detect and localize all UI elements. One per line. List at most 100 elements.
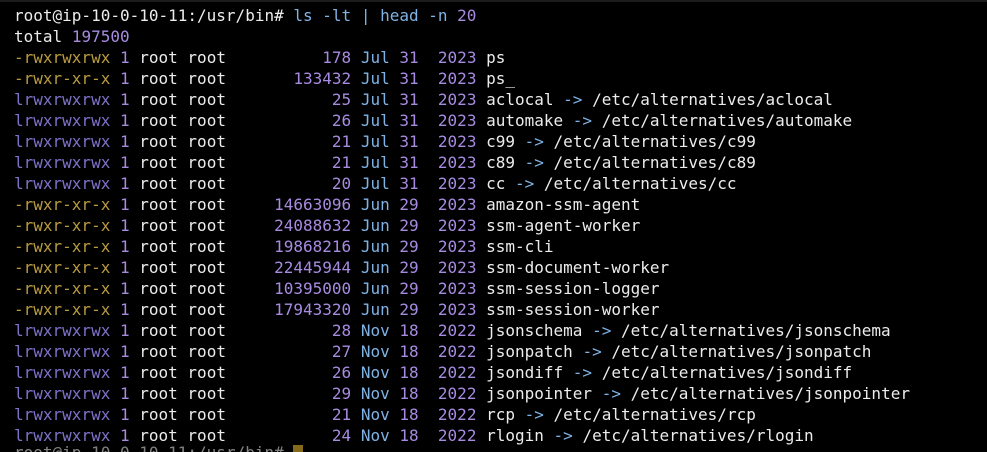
- file-size: 14663096: [235, 195, 352, 214]
- month: Jul: [360, 90, 390, 109]
- link-count: 1: [119, 174, 130, 193]
- table-row: -rwxr-xr-x 1 root root 133432 Jul 31 202…: [14, 68, 515, 89]
- file-size: 24088632: [235, 216, 352, 235]
- table-row: lrwxrwxrwx 1 root root 26 Nov 18 2022 js…: [14, 362, 852, 383]
- month: Nov: [360, 321, 390, 340]
- permissions: lrwxrwxrwx: [14, 321, 111, 340]
- next-prompt-line[interactable]: root@ip-10-0-10-11:/usr/bin#: [14, 442, 304, 452]
- owner: root: [139, 237, 178, 256]
- link-count: 1: [119, 90, 130, 109]
- symlink-arrow: ->: [592, 321, 612, 340]
- year: 2023: [428, 132, 477, 151]
- table-row: lrwxrwxrwx 1 root root 20 Jul 31 2023 cc…: [14, 173, 737, 194]
- file-name: rcp: [486, 405, 515, 424]
- owner: root: [139, 195, 178, 214]
- day: 31: [399, 90, 419, 109]
- owner: root: [139, 174, 178, 193]
- table-row: -rwxr-xr-x 1 root root 22445944 Jun 29 2…: [14, 257, 669, 278]
- file-name: automake: [486, 111, 564, 130]
- year: 2023: [428, 216, 477, 235]
- file-name: ps_: [486, 69, 515, 88]
- group: root: [187, 216, 226, 235]
- file-size: 178: [235, 48, 352, 67]
- day: 18: [399, 342, 419, 361]
- year: 2023: [428, 237, 477, 256]
- owner: root: [139, 384, 178, 403]
- file-size: 10395000: [235, 279, 352, 298]
- year: 2022: [428, 363, 477, 382]
- month: Jun: [360, 216, 390, 235]
- file-name: jsonpointer: [486, 384, 593, 403]
- file-size: 22445944: [235, 258, 352, 277]
- symlink-arrow: ->: [553, 426, 573, 445]
- window-top-border: [0, 0, 987, 2]
- day: 18: [399, 405, 419, 424]
- symlink-target: /etc/alternatives/aclocal: [592, 90, 833, 109]
- file-name: amazon-ssm-agent: [486, 195, 641, 214]
- year: 2023: [428, 258, 477, 277]
- symlink-arrow: ->: [582, 342, 602, 361]
- file-size: 133432: [235, 69, 352, 88]
- file-size: 28: [235, 321, 352, 340]
- group: root: [187, 153, 226, 172]
- file-name: aclocal: [486, 90, 554, 109]
- total-label: total: [14, 27, 63, 46]
- year: 2023: [428, 174, 477, 193]
- symlink-arrow: ->: [515, 174, 535, 193]
- group: root: [187, 279, 226, 298]
- day: 18: [399, 426, 419, 445]
- group: root: [187, 300, 226, 319]
- table-row: -rwxr-xr-x 1 root root 17943320 Jun 29 2…: [14, 299, 659, 320]
- permissions: lrwxrwxrwx: [14, 174, 111, 193]
- day: 18: [399, 321, 419, 340]
- owner: root: [139, 321, 178, 340]
- permissions: -rwxr-xr-x: [14, 195, 111, 214]
- group: root: [187, 111, 226, 130]
- file-name: jsondiff: [486, 363, 564, 382]
- day: 31: [399, 153, 419, 172]
- file-size: 20: [235, 174, 352, 193]
- day: 31: [399, 132, 419, 151]
- symlink-target: /etc/alternatives/jsondiff: [601, 363, 853, 382]
- year: 2023: [428, 153, 477, 172]
- command-pipe: |: [360, 6, 371, 25]
- symlink-target: /etc/alternatives/rcp: [553, 405, 756, 424]
- file-name: ssm-session-worker: [486, 300, 660, 319]
- next-prompt: root@ip-10-0-10-11:/usr/bin#: [14, 443, 284, 452]
- owner: root: [139, 363, 178, 382]
- table-row: -rwxr-xr-x 1 root root 10395000 Jun 29 2…: [14, 278, 659, 299]
- day: 31: [399, 111, 419, 130]
- day: 18: [399, 384, 419, 403]
- group: root: [187, 258, 226, 277]
- file-size: 17943320: [235, 300, 352, 319]
- owner: root: [139, 111, 178, 130]
- month: Jul: [360, 48, 390, 67]
- month: Nov: [360, 342, 390, 361]
- month: Jun: [360, 258, 390, 277]
- day: 29: [399, 258, 419, 277]
- month: Nov: [360, 363, 390, 382]
- table-row: -rwxrwxrwx 1 root root 178 Jul 31 2023 p…: [14, 47, 505, 68]
- table-row: lrwxrwxrwx 1 root root 26 Jul 31 2023 au…: [14, 110, 852, 131]
- owner: root: [139, 90, 178, 109]
- symlink-target: /etc/alternatives/jsonschema: [620, 321, 891, 340]
- owner: root: [139, 279, 178, 298]
- year: 2023: [428, 111, 477, 130]
- month: Jun: [360, 237, 390, 256]
- terminal-window[interactable]: root@ip-10-0-10-11:/usr/bin# ls -lt | he…: [0, 0, 987, 452]
- year: 2023: [428, 279, 477, 298]
- year: 2023: [428, 48, 477, 67]
- permissions: -rwxr-xr-x: [14, 258, 111, 277]
- permissions: lrwxrwxrwx: [14, 342, 111, 361]
- total-line: total 197500: [14, 26, 130, 47]
- year: 2023: [428, 69, 477, 88]
- table-row: -rwxr-xr-x 1 root root 19868216 Jun 29 2…: [14, 236, 554, 257]
- year: 2022: [428, 384, 477, 403]
- link-count: 1: [119, 153, 130, 172]
- link-count: 1: [119, 216, 130, 235]
- day: 29: [399, 195, 419, 214]
- month: Jul: [360, 111, 390, 130]
- month: Nov: [360, 426, 390, 445]
- owner: root: [139, 132, 178, 151]
- year: 2022: [428, 321, 477, 340]
